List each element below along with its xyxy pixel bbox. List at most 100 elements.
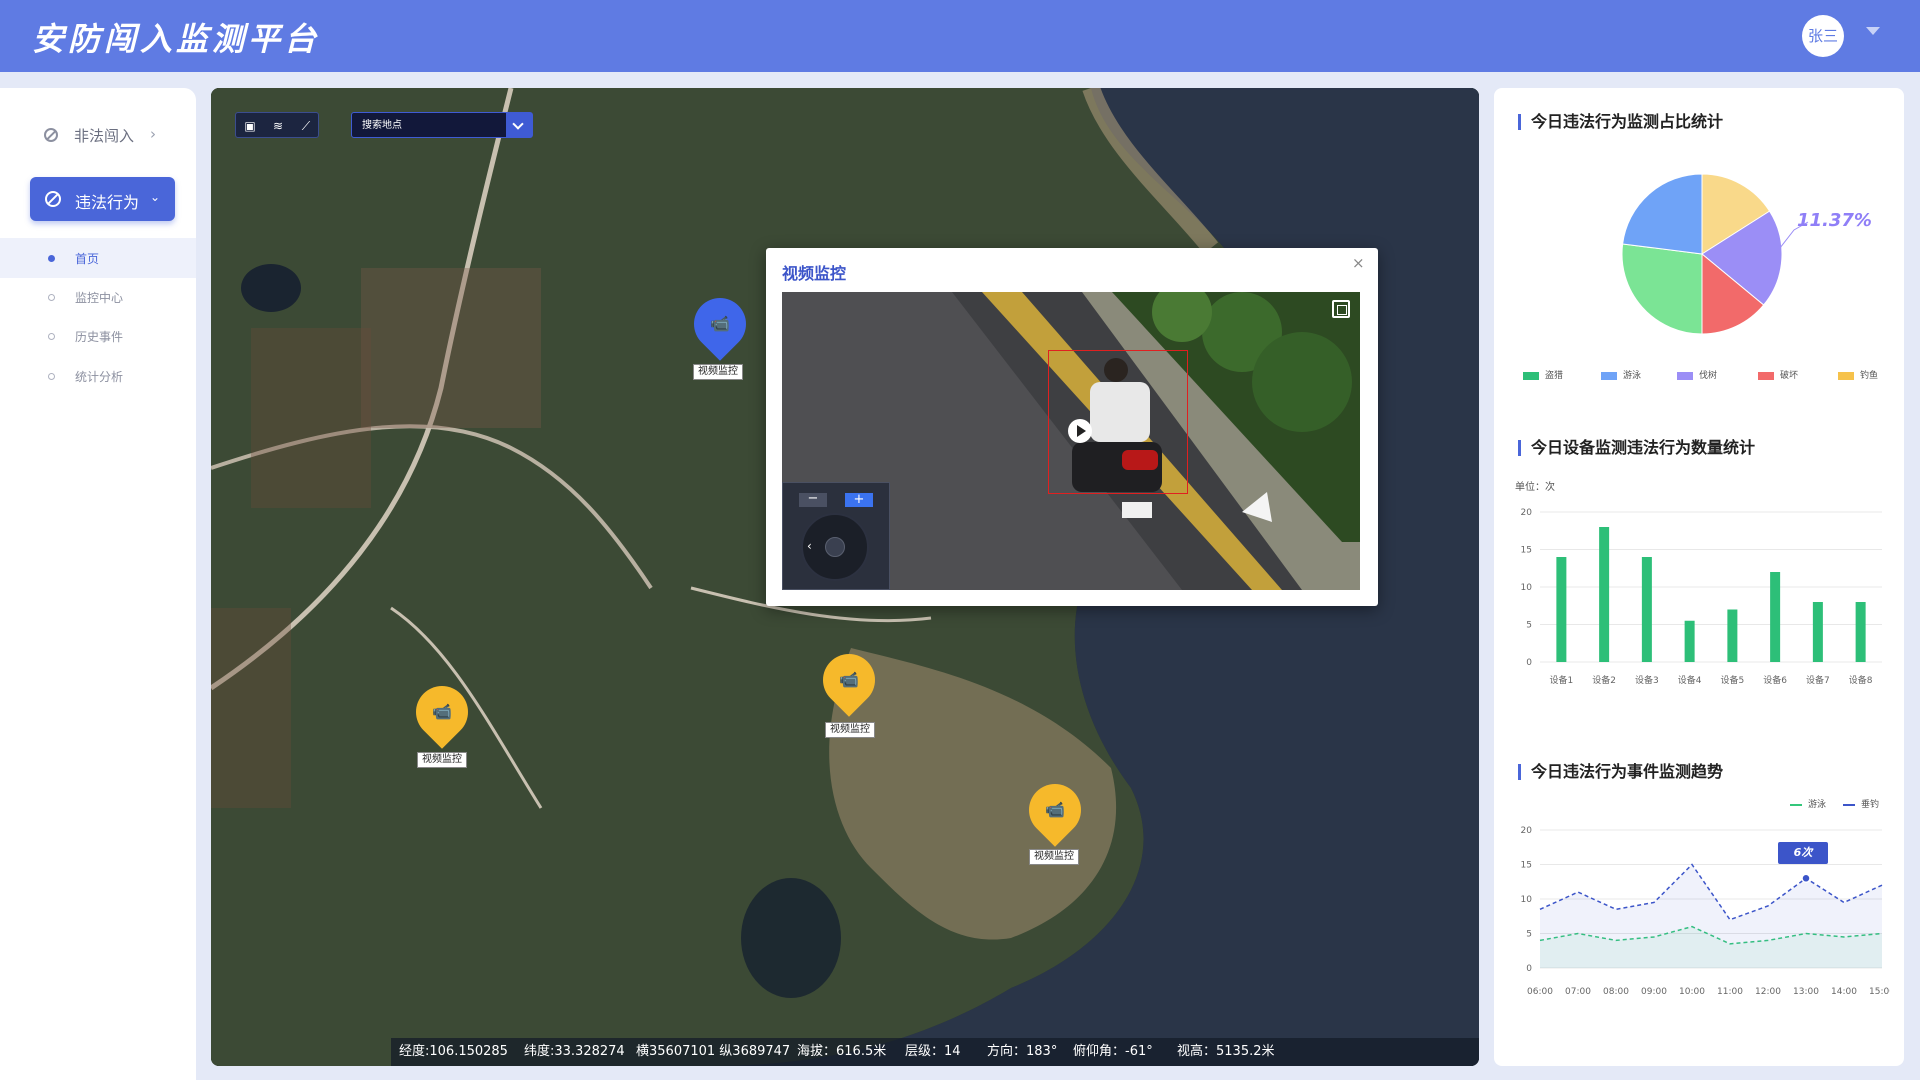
chevron-left-icon: ‹ [807, 539, 812, 553]
bar [1812, 602, 1823, 662]
x-tick-label: 11:00 [1717, 987, 1743, 997]
pie-chart-title: 今日违法行为监测占比统计 [1518, 114, 1723, 130]
camera-icon: 📹 [1045, 800, 1065, 819]
ban-icon [45, 191, 61, 207]
y-tick-label: 20 [1521, 826, 1533, 836]
close-icon[interactable]: × [1352, 254, 1365, 272]
camera-icon: 📹 [710, 314, 730, 333]
bar [1556, 557, 1567, 662]
x-tick-label: 10:00 [1679, 987, 1705, 997]
series-area [1540, 864, 1882, 968]
map-search [351, 112, 533, 138]
legend-label: 垂钓 [1861, 800, 1880, 810]
pie-chart [1621, 173, 1783, 335]
sidebar-item-label: 监控中心 [75, 291, 124, 305]
sidebar-item-stats[interactable]: 统计分析 [0, 356, 196, 396]
ban-icon [44, 128, 58, 142]
x-tick-label: 设备3 [1635, 674, 1659, 686]
x-tick-label: 设备7 [1806, 674, 1830, 686]
bullet-icon [48, 373, 55, 380]
x-tick-label: 设备1 [1550, 674, 1574, 686]
dialog-title: 视频监控 [782, 264, 847, 283]
longitude: 经度:106.150285 [399, 1044, 508, 1059]
image-icon[interactable]: ▣ [240, 116, 260, 136]
bullet-icon [48, 294, 55, 301]
y-tick-label: 15 [1521, 546, 1532, 556]
line-chart-title: 今日违法行为事件监测趋势 [1518, 764, 1723, 780]
sidebar-item-monitor[interactable]: 监控中心 [0, 277, 196, 317]
legend-item: 破坏 [1758, 368, 1798, 381]
menu-violations[interactable]: 违法行为 ⌄ [30, 177, 175, 221]
camera-icon: 📹 [839, 670, 859, 689]
map-toolbar: ▣ ≋ ⟋ [235, 112, 319, 138]
play-icon[interactable] [1068, 419, 1092, 443]
bar [1599, 527, 1610, 662]
legend-label: 游泳 [1623, 371, 1642, 381]
camera-icon: 📹 [432, 702, 452, 721]
xy-coordinate: 横35607101 纵3689747 [636, 1044, 791, 1059]
y-tick-label: 15 [1521, 861, 1532, 871]
bullet-icon [48, 333, 55, 340]
chevron-right-icon: › [150, 125, 156, 143]
legend-label: 盗猎 [1545, 371, 1564, 381]
y-tick-label: 0 [1526, 964, 1532, 974]
app-title: 安防闯入监测平台 [32, 20, 321, 58]
video-monitor-dialog: 视频监控 × − + ‹ [766, 248, 1378, 606]
joystick-knob [825, 537, 845, 557]
user-avatar[interactable]: 张三 [1802, 15, 1844, 57]
highlight-point [1801, 873, 1811, 884]
top-header: 安防闯入监测平台 张三 [0, 0, 1920, 72]
zoom-level: 层级：14 [905, 1044, 961, 1059]
x-tick-label: 14:00 [1831, 987, 1857, 997]
layers-icon[interactable]: ≋ [268, 116, 288, 136]
bullet-icon [48, 255, 55, 262]
x-tick-label: 设备4 [1678, 674, 1702, 686]
y-tick-label: 20 [1521, 508, 1533, 518]
fullscreen-icon[interactable] [1332, 300, 1350, 318]
marker-label: 视频监控 [693, 364, 743, 380]
x-tick-label: 07:00 [1565, 987, 1591, 997]
sidebar-item-home[interactable]: 首页 [0, 238, 196, 278]
legend-label: 游泳 [1808, 800, 1827, 810]
sidebar-item-history[interactable]: 历史事件 [0, 316, 196, 356]
x-tick-label: 08:00 [1603, 987, 1629, 997]
x-tick-label: 13:00 [1793, 987, 1819, 997]
chevron-down-icon[interactable] [1866, 27, 1880, 35]
video-player[interactable]: − + ‹ [782, 292, 1360, 590]
legend-item: 盗猎 [1523, 368, 1563, 381]
legend-label: 破坏 [1780, 371, 1799, 381]
y-tick-label: 10 [1521, 583, 1533, 593]
detection-box [1048, 350, 1188, 494]
marker-label: 视频监控 [417, 752, 467, 768]
x-tick-label: 设备5 [1721, 674, 1745, 686]
legend-item: 游泳 [1601, 368, 1641, 381]
latitude: 纬度:33.328274 [524, 1044, 625, 1059]
search-input[interactable] [352, 113, 507, 137]
legend-label: 钓鱼 [1860, 371, 1879, 381]
menu-label: 违法行为 [75, 193, 140, 212]
search-dropdown-button[interactable] [506, 113, 532, 137]
legend-item: 垂钓 [1843, 797, 1879, 810]
sidebar-item-label: 首页 [75, 252, 100, 266]
y-tick-label: 10 [1521, 895, 1533, 905]
legend-swatch [1523, 371, 1539, 380]
legend-swatch [1843, 803, 1855, 806]
line-chart: 0 5 10 15 20 06:00 07:00 08:00 09:00 10:00 11:00 12… [1521, 826, 1890, 997]
sidebar [0, 88, 196, 1080]
x-tick-label: 设备8 [1849, 674, 1873, 686]
zoom-in-button[interactable]: + [845, 493, 873, 507]
ptz-joystick[interactable]: ‹ [801, 513, 869, 581]
legend-item: 钓鱼 [1838, 368, 1878, 381]
bar [1641, 557, 1652, 662]
x-tick-label: 15:00 [1869, 987, 1890, 997]
legend-label: 伐树 [1699, 371, 1718, 381]
legend-swatch [1838, 371, 1854, 380]
zoom-out-button[interactable]: − [799, 492, 827, 507]
line-tooltip: 6次 [1778, 842, 1828, 864]
measure-icon[interactable]: ⟋ [296, 116, 316, 136]
y-tick-label: 5 [1526, 930, 1532, 940]
bar [1727, 609, 1738, 662]
sidebar-item-label: 统计分析 [75, 370, 124, 384]
bar [1770, 572, 1781, 662]
bar [1855, 602, 1866, 662]
